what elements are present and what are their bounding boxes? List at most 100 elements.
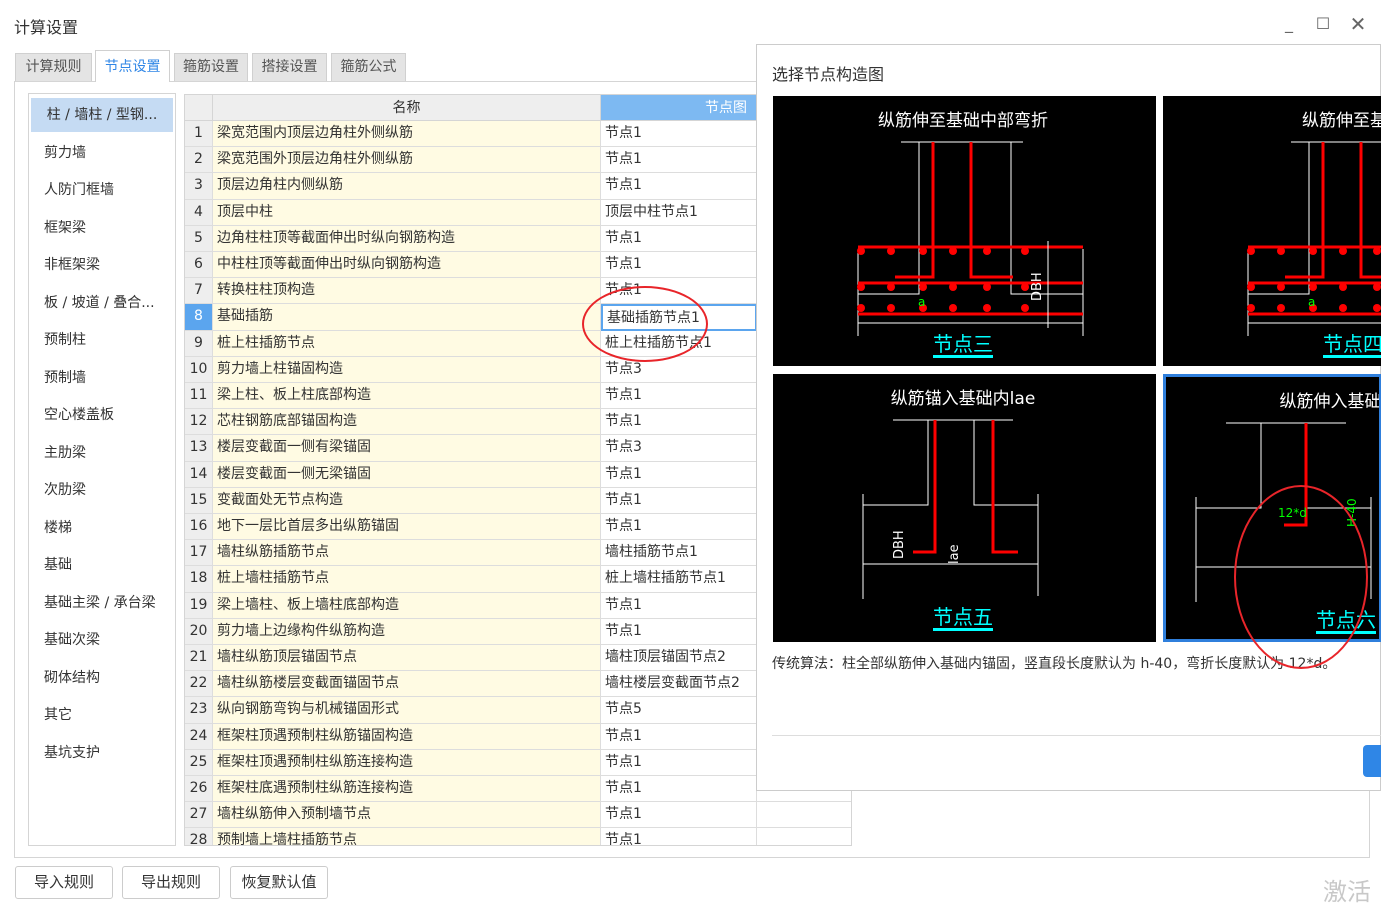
table-row[interactable]: 26 框架柱底遇预制柱纵筋连接构造 节点1: [185, 776, 851, 803]
confirm-button[interactable]: [1363, 745, 1381, 777]
component-list: 柱 / 墙柱 / 型钢... 剪力墙 人防门框墙框架梁 非框架梁板 / 坡道 / 叠合…: [28, 93, 176, 846]
table-row[interactable]: 19 梁上墙柱、板上墙柱底部构造 节点1: [185, 592, 851, 619]
row-node-select[interactable]: 节点1: [601, 487, 757, 514]
table-row[interactable]: 18 桩上墙柱插筋节点 桩上墙柱插筋节点1: [185, 566, 851, 593]
table-row[interactable]: 20 剪力墙上边缘构件纵筋构造 节点1: [185, 618, 851, 645]
sidebar-item[interactable]: 人防门框墙: [29, 173, 175, 207]
sidebar-item[interactable]: 框架梁: [29, 211, 175, 245]
row-index: 4: [185, 199, 213, 226]
tab-stirrup-settings[interactable]: 箍筋设置: [174, 53, 248, 81]
diagram-node-5[interactable]: 纵筋锚入基础内lae DBH lae 节点五: [773, 374, 1156, 642]
row-node-select[interactable]: 节点1: [601, 383, 757, 410]
row-name: 梁宽范围内顶层边角柱外侧纵筋: [213, 121, 601, 148]
table-row[interactable]: 13 楼层变截面一侧有梁锚固 节点3: [185, 435, 851, 462]
diagram-caption: 纵筋伸入基础内一定: [1280, 392, 1380, 412]
sidebar-item[interactable]: 预制柱: [29, 323, 175, 357]
table-row[interactable]: 14 楼层变截面一侧无梁锚固 节点1: [185, 461, 851, 488]
table-row[interactable]: 25 框架柱顶遇预制柱纵筋连接构造 节点1: [185, 749, 851, 776]
row-node-select[interactable]: 节点1: [601, 592, 757, 619]
diagram-node-4[interactable]: 纵筋伸至基础 a 节点四: [1163, 96, 1381, 366]
row-node-select[interactable]: 节点1: [601, 461, 757, 488]
table-row[interactable]: 9 桩上柱插筋节点 桩上柱插筋节点1: [185, 330, 851, 357]
export-rules-button[interactable]: 导出规则: [122, 866, 220, 899]
row-node-select[interactable]: 节点1: [601, 618, 757, 645]
row-filler: [757, 802, 851, 829]
row-node-select[interactable]: 节点1: [601, 776, 757, 803]
table-row[interactable]: 23 纵向钢筋弯钩与机械锚固形式 节点5: [185, 697, 851, 724]
row-name: 边角柱柱顶等截面伸出时纵向钢筋构造: [213, 225, 601, 252]
row-node-select[interactable]: 节点3: [601, 356, 757, 383]
sidebar-item[interactable]: 基坑支护: [29, 736, 175, 770]
row-node-select[interactable]: 节点1: [601, 252, 757, 279]
sidebar-item[interactable]: 柱 / 墙柱 / 型钢...: [31, 98, 173, 132]
row-node-select[interactable]: 顶层中柱节点1: [601, 199, 757, 226]
row-node-select[interactable]: 墙柱楼层变截面节点2: [601, 671, 757, 698]
row-node-select[interactable]: 节点1: [601, 409, 757, 436]
table-row[interactable]: 8 基础插筋 基础插筋节点1: [185, 304, 851, 331]
sidebar-item[interactable]: 次肋梁: [29, 473, 175, 507]
sidebar-item[interactable]: 基础次梁: [29, 623, 175, 657]
sidebar-item[interactable]: 剪力墙: [29, 136, 175, 170]
table-row[interactable]: 10 剪力墙上柱锚固构造 节点3: [185, 356, 851, 383]
table-row[interactable]: 4 顶层中柱 顶层中柱节点1: [185, 199, 851, 226]
row-node-select[interactable]: 节点1: [601, 514, 757, 541]
window-title: 计算设置: [14, 18, 79, 37]
table-row[interactable]: 17 墙柱纵筋插筋节点 墙柱插筋节点1: [185, 540, 851, 567]
row-index: 16: [185, 514, 213, 541]
table-row[interactable]: 15 变截面处无节点构造 节点1: [185, 487, 851, 514]
row-node-select[interactable]: 节点1: [601, 723, 757, 750]
table-row[interactable]: 5 边角柱柱顶等截面伸出时纵向钢筋构造 节点1: [185, 225, 851, 252]
table-row[interactable]: 27 墙柱纵筋伸入预制墙节点 节点1: [185, 802, 851, 829]
table-row[interactable]: 12 芯柱钢筋底部锚固构造 节点1: [185, 409, 851, 436]
row-node-select[interactable]: 节点5: [601, 697, 757, 724]
table-row[interactable]: 6 中柱柱顶等截面伸出时纵向钢筋构造 节点1: [185, 252, 851, 279]
minimize-button[interactable]: _: [1277, 12, 1301, 36]
row-node-select[interactable]: 节点1: [601, 225, 757, 252]
row-node-select[interactable]: 墙柱插筋节点1: [601, 540, 757, 567]
table-row[interactable]: 24 框架柱顶遇预制柱纵筋锚固构造 节点1: [185, 723, 851, 750]
restore-defaults-button[interactable]: 恢复默认值: [230, 866, 328, 899]
close-button[interactable]: ✕: [1346, 12, 1370, 36]
tab-node-settings[interactable]: 节点设置: [95, 50, 170, 82]
row-node-select[interactable]: 节点1: [601, 749, 757, 776]
tab-calc-rules[interactable]: 计算规则: [15, 53, 92, 81]
table-row[interactable]: 21 墙柱纵筋顶层锚固节点 墙柱顶层锚固节点2: [185, 645, 851, 672]
table-row[interactable]: 28 预制墙上墙柱插筋节点 节点1: [185, 828, 851, 845]
sidebar-item[interactable]: 主肋梁: [29, 436, 175, 470]
table-row[interactable]: 1 梁宽范围内顶层边角柱外侧纵筋 节点1: [185, 121, 851, 148]
sidebar-item[interactable]: 基础: [29, 548, 175, 582]
row-node-select[interactable]: 节点3: [601, 435, 757, 462]
row-node-select[interactable]: 墙柱顶层锚固节点2: [601, 645, 757, 672]
tab-lap-settings[interactable]: 搭接设置: [252, 53, 327, 81]
sidebar-item[interactable]: 其它: [29, 698, 175, 732]
sidebar-item[interactable]: 楼梯: [29, 511, 175, 545]
table-row[interactable]: 22 墙柱纵筋楼层变截面锚固节点 墙柱楼层变截面节点2: [185, 671, 851, 698]
import-rules-button[interactable]: 导入规则: [15, 866, 113, 899]
row-name: 顶层边角柱内侧纵筋: [213, 173, 601, 200]
tab-stirrup-formula[interactable]: 箍筋公式: [331, 53, 406, 81]
sidebar-item[interactable]: 预制墙: [29, 361, 175, 395]
row-name: 梁上柱、板上柱底部构造: [213, 383, 601, 410]
row-node-select[interactable]: 节点1: [601, 121, 757, 148]
sidebar-item[interactable]: 空心楼盖板: [29, 398, 175, 432]
diagram-node-3[interactable]: 纵筋伸至基础中部弯折 a DBH 节点三: [773, 96, 1156, 366]
sidebar-item[interactable]: 非框架梁: [29, 248, 175, 282]
row-index: 7: [185, 278, 213, 305]
sidebar-item[interactable]: 砌体结构: [29, 661, 175, 695]
row-index: 13: [185, 435, 213, 462]
row-node-select[interactable]: 节点1: [601, 802, 757, 829]
row-node-select[interactable]: 节点1: [601, 147, 757, 174]
table-row[interactable]: 7 转换柱柱顶构造 节点1: [185, 278, 851, 305]
row-node-select[interactable]: 节点1: [601, 828, 757, 845]
sidebar-item[interactable]: 板 / 坡道 / 叠合...: [29, 286, 175, 320]
row-name: 墙柱纵筋伸入预制墙节点: [213, 802, 601, 829]
table-row[interactable]: 16 地下一层比首层多出纵筋锚固 节点1: [185, 514, 851, 541]
table-row[interactable]: 3 顶层边角柱内侧纵筋 节点1: [185, 173, 851, 200]
table-row[interactable]: 2 梁宽范围外顶层边角柱外侧纵筋 节点1: [185, 147, 851, 174]
sidebar-item[interactable]: 基础主梁 / 承台梁: [29, 586, 175, 620]
annotation-circle: [582, 286, 708, 362]
table-row[interactable]: 11 梁上柱、板上柱底部构造 节点1: [185, 383, 851, 410]
row-node-select[interactable]: 节点1: [601, 173, 757, 200]
maximize-button[interactable]: ☐: [1311, 12, 1335, 36]
row-node-select[interactable]: 桩上墙柱插筋节点1: [601, 566, 757, 593]
